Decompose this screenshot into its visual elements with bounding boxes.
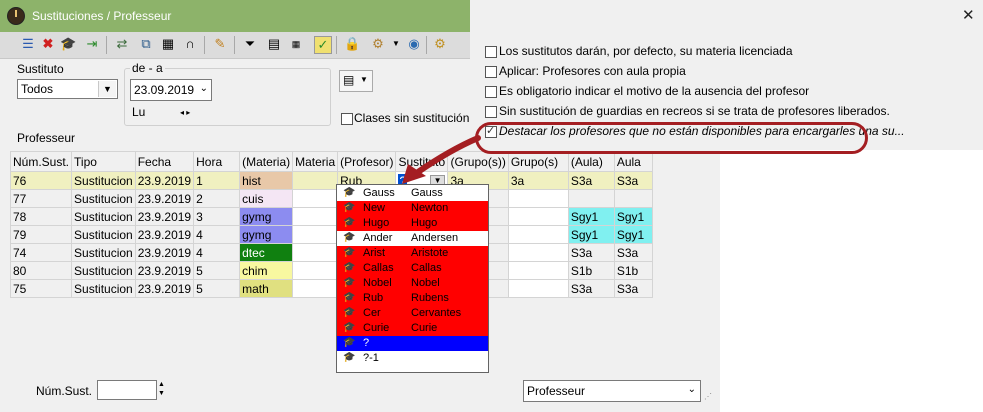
annotation-highlight-oval	[475, 122, 868, 154]
annotation-arrow	[402, 135, 481, 184]
